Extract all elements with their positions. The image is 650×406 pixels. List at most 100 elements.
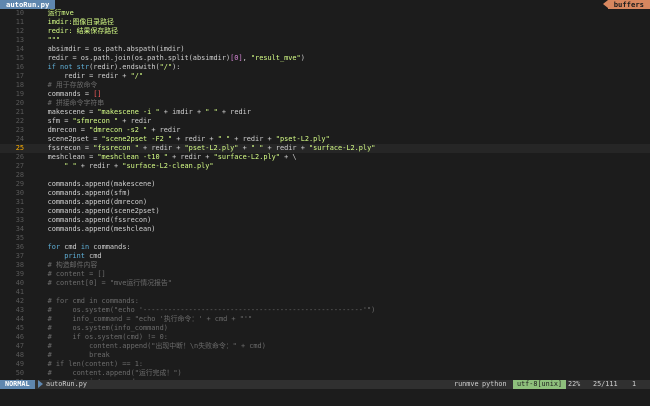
code-token: # if os.system(cmd) != 0: bbox=[31, 333, 168, 341]
code-text: absimdir = os.path.abspath(imdir) bbox=[31, 45, 185, 54]
code-text: commands.append(fssrecon) bbox=[31, 216, 152, 225]
code-line[interactable]: 45 # os.system(info_command) bbox=[0, 324, 650, 333]
code-line[interactable]: 39 # content = [] bbox=[0, 270, 650, 279]
code-line[interactable]: 11 imdir:图像目录路径 bbox=[0, 18, 650, 27]
code-token: for bbox=[47, 243, 65, 251]
code-line[interactable]: 49 # if len(content) == 1: bbox=[0, 360, 650, 369]
code-line[interactable]: 50 # content.append("运行完成！") bbox=[0, 369, 650, 378]
code-line[interactable]: 21 makescene = "makescene -i " + imdir +… bbox=[0, 108, 650, 117]
code-text: # 拼接命令字符串 bbox=[31, 99, 105, 108]
code-text: scene2pset = "scene2pset -F2 " + redir +… bbox=[31, 135, 330, 144]
line-number: 41 bbox=[15, 288, 24, 296]
code-line[interactable]: 18 # 用于存放命令 bbox=[0, 81, 650, 90]
code-text: # 构造邮件内容 bbox=[31, 261, 98, 270]
code-line[interactable]: 20 # 拼接命令字符串 bbox=[0, 99, 650, 108]
code-line[interactable]: 29 commands.append(makescene) bbox=[0, 180, 650, 189]
code-line[interactable]: 10 运行mve bbox=[0, 9, 650, 18]
code-line[interactable]: 23 dmrecon = "dmrecon -s2 " + redir bbox=[0, 126, 650, 135]
code-token: (redir).endswith( bbox=[89, 63, 160, 71]
code-editor[interactable]: 10 运行mve 11 imdir:图像目录路径 12 redir: 结果保存路径 1… bbox=[0, 9, 650, 395]
code-token: "pset-L2.ply" bbox=[275, 135, 330, 143]
code-text: 运行mve bbox=[31, 9, 74, 18]
code-line[interactable]: 33 commands.append(fssrecon) bbox=[0, 216, 650, 225]
code-text: # content.append("出现中断！\n失败命令：" + cmd) bbox=[31, 342, 266, 351]
code-line[interactable]: 43 # os.system("echo '------------------… bbox=[0, 306, 650, 315]
code-token: ): bbox=[172, 63, 181, 71]
code-line[interactable]: 40 # content[0] = "mve运行情况报告" bbox=[0, 279, 650, 288]
line-number: 46 bbox=[15, 333, 24, 341]
code-line[interactable]: 27 " " + redir + "surface-L2-clean.ply" bbox=[0, 162, 650, 171]
code-token: commands.append(sfm) bbox=[31, 189, 131, 197]
line-number: 21 bbox=[15, 108, 24, 116]
code-token: + redir + bbox=[138, 144, 185, 152]
tab-autorun-py[interactable]: autoRun.py bbox=[0, 0, 56, 9]
code-token: + redir + bbox=[230, 135, 276, 143]
line-number: 50 bbox=[15, 369, 24, 377]
code-token: [0] bbox=[230, 54, 243, 62]
code-token: dmrecon = bbox=[31, 126, 90, 134]
code-line[interactable]: 26 meshclean = "meshclean -t10 " + redir… bbox=[0, 153, 650, 162]
code-line[interactable]: 13 """ bbox=[0, 36, 650, 45]
code-token: "dmrecon -s2 " bbox=[89, 126, 148, 134]
code-line[interactable]: 15 redir = os.path.join(os.path.split(ab… bbox=[0, 54, 650, 63]
code-line[interactable]: 30 commands.append(sfm) bbox=[0, 189, 650, 198]
code-line[interactable]: 37 print cmd bbox=[0, 252, 650, 261]
line-number: 20 bbox=[15, 99, 24, 107]
code-line[interactable]: 24 scene2pset = "scene2pset -F2 " + redi… bbox=[0, 135, 650, 144]
command-line[interactable] bbox=[0, 389, 650, 406]
code-line[interactable]: 32 commands.append(scene2pset) bbox=[0, 207, 650, 216]
code-token: sfm = bbox=[31, 117, 73, 125]
line-number: 13 bbox=[15, 36, 24, 44]
line-number: 36 bbox=[15, 243, 24, 251]
line-number: 42 bbox=[15, 297, 24, 305]
code-line[interactable]: 42 # for cmd in commands: bbox=[0, 297, 650, 306]
code-token: "makescene -i " bbox=[97, 108, 160, 116]
code-line[interactable]: 46 # if os.system(cmd) != 0: bbox=[0, 333, 650, 342]
line-number: 43 bbox=[15, 306, 24, 314]
code-text: if not str(redir).endswith("/"): bbox=[31, 63, 181, 72]
code-line[interactable]: 22 sfm = "sfmrecon " + redir bbox=[0, 117, 650, 126]
code-token: # if len(content) == 1: bbox=[31, 360, 144, 368]
file-encoding: utf-8[unix] bbox=[513, 380, 567, 389]
code-line[interactable]: 48 # break bbox=[0, 351, 650, 360]
line-number: 18 bbox=[15, 81, 24, 89]
code-token: commands.append(makescene) bbox=[31, 180, 156, 188]
code-token: 运行mve bbox=[47, 9, 74, 17]
code-text: dmrecon = "dmrecon -s2 " + redir bbox=[31, 126, 181, 135]
tabline: autoRun.py buffers bbox=[0, 0, 650, 9]
code-token: + imdir + bbox=[159, 108, 206, 116]
virtualenv-name: runmve bbox=[454, 380, 479, 388]
code-line[interactable]: 38 # 构造邮件内容 bbox=[0, 261, 650, 270]
code-token: commands.append(scene2pset) bbox=[31, 207, 160, 215]
code-token: imdir:图像目录路径 bbox=[47, 18, 114, 26]
code-line[interactable]: 36 for cmd in commands: bbox=[0, 243, 650, 252]
code-text: # content[0] = "mve运行情况报告" bbox=[31, 279, 172, 288]
code-line[interactable]: 41 bbox=[0, 288, 650, 297]
code-line[interactable]: 28 bbox=[0, 171, 650, 180]
code-line[interactable]: 19 commands = [] bbox=[0, 90, 650, 99]
code-line[interactable]: 44 # info_command = "echo '执行命令：' + cmd … bbox=[0, 315, 650, 324]
code-line[interactable]: 12 redir: 结果保存路径 bbox=[0, 27, 650, 36]
line-number: 12 bbox=[15, 27, 24, 35]
code-line[interactable]: 16 if not str(redir).endswith("/"): bbox=[0, 63, 650, 72]
line-number: 35 bbox=[15, 234, 24, 242]
code-line[interactable]: 34 commands.append(meshclean) bbox=[0, 225, 650, 234]
code-text: # content.append("运行完成！") bbox=[31, 369, 182, 378]
code-token: meshclean = bbox=[31, 153, 98, 161]
code-line[interactable]: 17 redir = redir + "/" bbox=[0, 72, 650, 81]
code-token: "pset-L2.ply" bbox=[184, 144, 239, 152]
code-token: + redir bbox=[147, 126, 181, 134]
code-line[interactable]: 25 fssrecon = "fssrecon " + redir + "pse… bbox=[0, 144, 650, 153]
code-line[interactable]: 31 commands.append(dmrecon) bbox=[0, 198, 650, 207]
code-line[interactable]: 14 absimdir = os.path.abspath(imdir) bbox=[0, 45, 650, 54]
line-number: 16 bbox=[15, 63, 24, 71]
line-number: 47 bbox=[15, 342, 24, 350]
code-line[interactable]: 35 bbox=[0, 234, 650, 243]
line-number: 17 bbox=[15, 72, 24, 80]
line-number: 28 bbox=[15, 171, 24, 179]
code-line[interactable]: 47 # content.append("出现中断！\n失败命令：" + cmd… bbox=[0, 342, 650, 351]
buffers-indicator[interactable]: buffers bbox=[602, 0, 650, 9]
